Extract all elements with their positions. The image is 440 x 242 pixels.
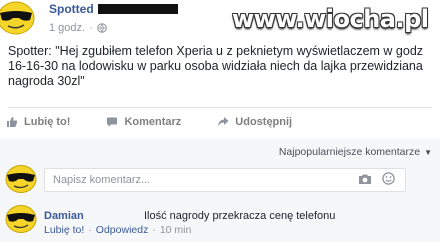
thumbs-up-icon — [7, 117, 18, 127]
post-header: Spotted 1 godz. · www.wiocha.pl — [0, 0, 440, 40]
post-author-line: Spotted — [49, 2, 178, 16]
post-actions: Lubię to! Komentarz Udostępnij — [6, 112, 328, 132]
input-icons — [348, 172, 395, 185]
share-label: Udostępnij — [235, 116, 293, 128]
comment-author[interactable]: Damian — [44, 210, 84, 222]
share-arrow-icon — [218, 117, 229, 127]
chevron-down-icon: ▼ — [424, 147, 432, 157]
separator: · — [88, 224, 92, 236]
share-button[interactable]: Udostępnij — [217, 116, 292, 128]
post-meta: 1 godz. · — [49, 22, 107, 34]
post-author[interactable]: Spotted — [49, 2, 94, 16]
smiley-icon[interactable] — [382, 172, 395, 185]
sort-label: Najpopularniejsze komentarze — [278, 146, 421, 158]
comment-text: Ilość nagrody przekracza cenę telefonu — [144, 210, 336, 222]
sunglasses-smiley-icon[interactable] — [4, 204, 38, 234]
comment-reply-link[interactable]: Odpowiedz — [96, 224, 149, 236]
comment-input-box — [44, 168, 406, 192]
watermark: www.wiocha.pl — [232, 5, 429, 33]
comment-time[interactable]: 10 min — [160, 224, 192, 236]
camera-icon[interactable] — [358, 173, 372, 185]
redaction-bar — [97, 4, 178, 14]
like-button[interactable]: Lubię to! — [6, 116, 70, 128]
comment-label: Komentarz — [124, 116, 182, 128]
speech-bubble-icon — [107, 117, 118, 127]
divider — [8, 107, 432, 108]
separator: · — [89, 22, 93, 34]
post-text: Spotter: "Hej zgubiłem telefon Xperia u … — [8, 44, 424, 88]
sunglasses-smiley-icon — [4, 164, 38, 194]
comment-like-link[interactable]: Lubię to! — [44, 224, 84, 236]
sunglasses-smiley-icon[interactable] — [0, 0, 36, 36]
comment-sort-dropdown[interactable]: Najpopularniejsze komentarze ▼ — [279, 146, 432, 158]
globe-icon — [96, 23, 107, 33]
comment-button[interactable]: Komentarz — [106, 116, 181, 128]
comment-meta: Lubię to! · Odpowiedz · 10 min — [44, 224, 191, 236]
comments-section: Najpopularniejsze komentarze ▼ Napisz ko… — [0, 138, 440, 242]
post-time[interactable]: 1 godz. — [49, 22, 85, 34]
comment-input[interactable] — [45, 169, 345, 191]
separator: · — [152, 224, 156, 236]
like-label: Lubię to! — [24, 116, 71, 128]
